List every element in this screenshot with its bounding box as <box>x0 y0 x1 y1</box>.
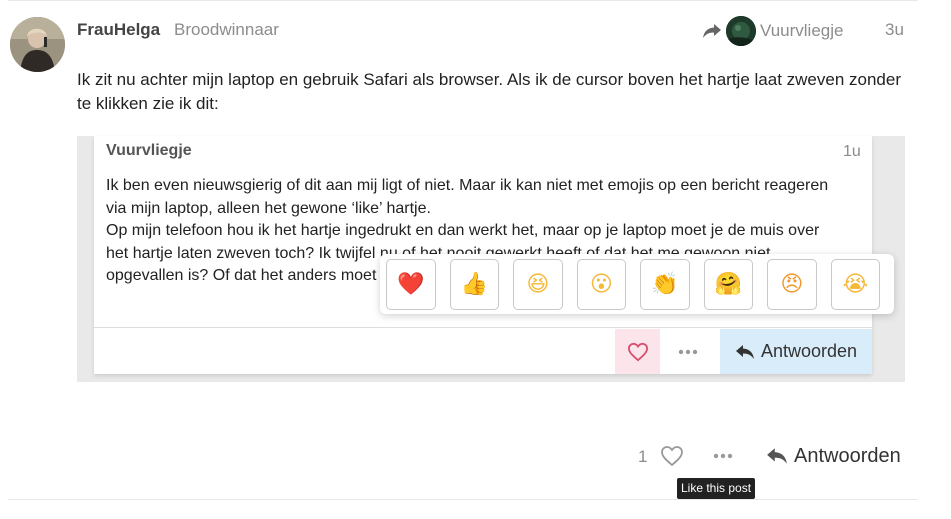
reply-icon <box>767 448 787 464</box>
laughing-reaction[interactable]: 😆 <box>513 258 563 310</box>
quote-author-name[interactable]: Vuurvliegje <box>106 142 192 160</box>
heart-icon <box>627 342 648 361</box>
quote-age[interactable]: 1u <box>843 143 861 161</box>
reply-icon <box>735 344 754 359</box>
more-icon <box>678 349 698 355</box>
quote-reply-label: Antwoorden <box>760 341 858 361</box>
reply-label: Antwoorden <box>794 444 901 467</box>
like-tooltip: Like this post <box>677 478 756 499</box>
reply-to-avatar <box>726 16 756 46</box>
quote-line: Ik ben even nieuwsgierig of dit aan mij … <box>106 177 829 194</box>
post-age[interactable]: 3u <box>885 20 904 40</box>
quote-line: via mijn laptop, alleen het gewone ‘like… <box>106 199 431 217</box>
author-title: Broodwinnaar <box>174 20 279 39</box>
author-name[interactable]: FrauHelga <box>77 20 160 40</box>
angry-reaction[interactable]: 😠 <box>767 258 817 310</box>
open-mouth-reaction[interactable]: 😮 <box>576 258 627 310</box>
heart-icon <box>661 446 683 467</box>
more-button[interactable] <box>709 443 737 469</box>
top-divider <box>8 0 918 1</box>
quote-reply-button[interactable]: Antwoorden <box>720 329 872 374</box>
reply-to-link[interactable]: Vuurvliegje <box>702 15 843 47</box>
like-count[interactable]: 1 <box>638 447 647 467</box>
share-arrow-icon <box>702 22 722 40</box>
quote-divider <box>94 327 872 328</box>
clapping-reaction[interactable]: 👏 <box>640 258 690 310</box>
more-icon <box>713 453 733 459</box>
reply-to-name: Vuurvliegje <box>760 21 844 40</box>
thumbs-up-reaction[interactable]: 👍 <box>449 258 500 310</box>
reactions-panel: ❤️ 👍 😆 😮 👏 🤗 😠 😭 <box>380 254 894 314</box>
quote-like-button[interactable] <box>615 329 660 374</box>
quote-line: Op mijn telefoon hou ik het hartje inged… <box>106 222 820 239</box>
like-button[interactable] <box>658 441 686 471</box>
quote-more-button[interactable] <box>668 337 708 367</box>
bottom-divider <box>8 499 918 500</box>
post-body: Ik zit nu achter mijn laptop en gebruik … <box>77 70 901 113</box>
reply-button[interactable]: Antwoorden <box>766 440 901 472</box>
author-avatar[interactable] <box>10 17 65 72</box>
hugging-reaction[interactable]: 🤗 <box>703 258 754 310</box>
author-avatar-image <box>10 17 65 72</box>
crying-reaction[interactable]: 😭 <box>830 258 881 310</box>
heart-reaction[interactable]: ❤️ <box>386 258 436 310</box>
